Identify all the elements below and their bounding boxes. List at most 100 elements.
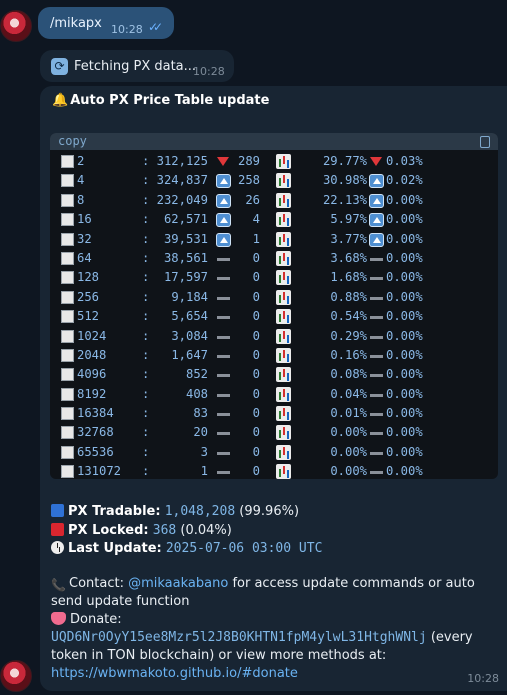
sender-avatar-bottom[interactable] [0, 660, 32, 692]
share-percent: 0.08% [330, 367, 367, 382]
flat-trend-icon [216, 388, 231, 402]
donate-address[interactable]: UQD6Nr0OyY15ee8Mzr5l2J8B0KHTN1fpM4ylwL31… [51, 630, 427, 645]
px-amount: 65536 [77, 444, 114, 459]
white-square-icon [61, 193, 74, 207]
share-percent: 1.68% [330, 270, 367, 285]
up-trend-icon [369, 213, 384, 228]
px-amount: 8192 [77, 386, 107, 401]
px-amount: 8 [77, 192, 85, 207]
price-value: 852 [185, 367, 208, 382]
bell-icon: 🔔 [52, 93, 69, 108]
tradable-pct: (99.96%) [239, 504, 300, 519]
separator: : [142, 406, 150, 421]
outgoing-message[interactable]: /mikapx 10:28 ✓✓ [38, 7, 174, 39]
change-percent: 0.00% [386, 192, 423, 207]
flat-trend-icon [216, 465, 231, 479]
flat-trend-icon [216, 310, 231, 324]
change-percent: 0.00% [386, 386, 423, 401]
up-trend-icon [216, 232, 231, 247]
share-percent: 0.88% [330, 289, 367, 304]
contact-handle-link[interactable]: @mikaakabano [128, 576, 228, 591]
change-value: 0 [252, 270, 260, 285]
copy-icon[interactable] [480, 136, 490, 148]
table-row: 131072: 1 0 0.00% 0.00% [50, 462, 498, 479]
change-value: 0 [252, 367, 260, 382]
table-row: 16384: 83 0 0.01% 0.00% [50, 404, 498, 423]
change-value: 0 [252, 444, 260, 459]
price-value: 38,561 [163, 250, 208, 265]
flat-trend-icon [369, 446, 384, 460]
message-time: 10:28 [193, 65, 225, 78]
price-value: 408 [185, 386, 208, 401]
price-value: 9,184 [171, 289, 208, 304]
contact-prefix: Contact: [69, 576, 124, 591]
change-value: 1 [252, 231, 260, 246]
px-amount: 512 [77, 309, 100, 324]
px-amount: 64 [77, 250, 92, 265]
px-amount: 4 [77, 173, 85, 188]
table-row: 128:17,597 0 1.68% 0.00% [50, 268, 498, 287]
share-percent: 0.00% [330, 444, 367, 459]
phone-icon: 📞 [51, 578, 66, 592]
share-percent: 0.01% [330, 406, 367, 421]
change-value: 258 [237, 173, 260, 188]
tradable-line: PX Tradable: 1,048,208 (99.96%) [51, 504, 299, 519]
white-square-icon [61, 329, 74, 343]
change-percent: 0.00% [386, 231, 423, 246]
bar-chart-icon [276, 425, 291, 441]
bar-chart-icon [276, 231, 291, 247]
separator: : [142, 212, 150, 227]
px-amount: 2048 [77, 347, 107, 362]
change-value: 0 [252, 386, 260, 401]
copy-label[interactable]: copy [58, 134, 87, 148]
flat-trend-icon [216, 252, 231, 266]
table-row: 32768: 20 0 0.00% 0.00% [50, 423, 498, 442]
up-trend-icon [216, 193, 231, 208]
read-checkmarks-icon: ✓✓ [148, 20, 163, 34]
donate-link[interactable]: https://wbwmakoto.github.io/#donate [51, 666, 298, 681]
px-amount: 128 [77, 270, 100, 285]
flat-trend-icon [369, 271, 384, 285]
white-square-icon [61, 368, 74, 382]
separator: : [142, 367, 150, 382]
table-row: 1024: 3,084 0 0.29% 0.00% [50, 327, 498, 346]
share-percent: 0.16% [330, 347, 367, 362]
locked-label: PX Locked: [68, 523, 149, 538]
price-value: 324,837 [156, 173, 208, 188]
code-block[interactable]: copy 2:312,125 289 29.77% 0.03% 4:324,837 258… [50, 133, 498, 479]
separator: : [142, 192, 150, 207]
price-value: 3 [200, 444, 208, 459]
change-value: 0 [252, 250, 260, 265]
px-amount: 32768 [77, 425, 114, 440]
white-square-icon [61, 465, 74, 479]
price-table-message[interactable]: 🔔 Auto PX Price Table update copy 2:312,1… [40, 86, 507, 691]
share-percent: 3.68% [330, 250, 367, 265]
refresh-icon: ⟳ [51, 58, 68, 75]
separator: : [142, 309, 150, 324]
status-message[interactable]: ⟳ Fetching PX data... 10:28 [40, 50, 234, 82]
flat-trend-icon [216, 330, 231, 344]
flat-trend-icon [369, 407, 384, 421]
up-trend-icon [369, 232, 384, 247]
sender-avatar-top[interactable] [0, 10, 32, 42]
bar-chart-icon [276, 154, 291, 169]
up-trend-icon [369, 174, 384, 189]
blue-square-icon [51, 504, 64, 517]
message-time: 10:28 [111, 23, 143, 36]
px-amount: 4096 [77, 367, 107, 382]
message-time: 10:28 [467, 672, 499, 685]
update-line: Last Update: 2025-07-06 03:00 UTC [51, 541, 322, 556]
price-value: 3,084 [171, 328, 208, 343]
white-square-icon [61, 407, 74, 421]
flat-trend-icon [369, 388, 384, 402]
title-text: Auto PX Price Table update [70, 93, 270, 108]
bar-chart-icon [276, 289, 291, 305]
separator: : [142, 444, 150, 459]
share-percent: 30.98% [322, 173, 367, 188]
flat-trend-icon [369, 291, 384, 305]
price-value: 5,654 [171, 309, 208, 324]
donate-paragraph: Donate: UQD6Nr0OyY15ee8Mzr5l2J8B0KHTN1fp… [51, 611, 481, 683]
flat-trend-icon [369, 368, 384, 382]
bar-chart-icon [276, 173, 291, 189]
up-trend-icon [216, 174, 231, 189]
